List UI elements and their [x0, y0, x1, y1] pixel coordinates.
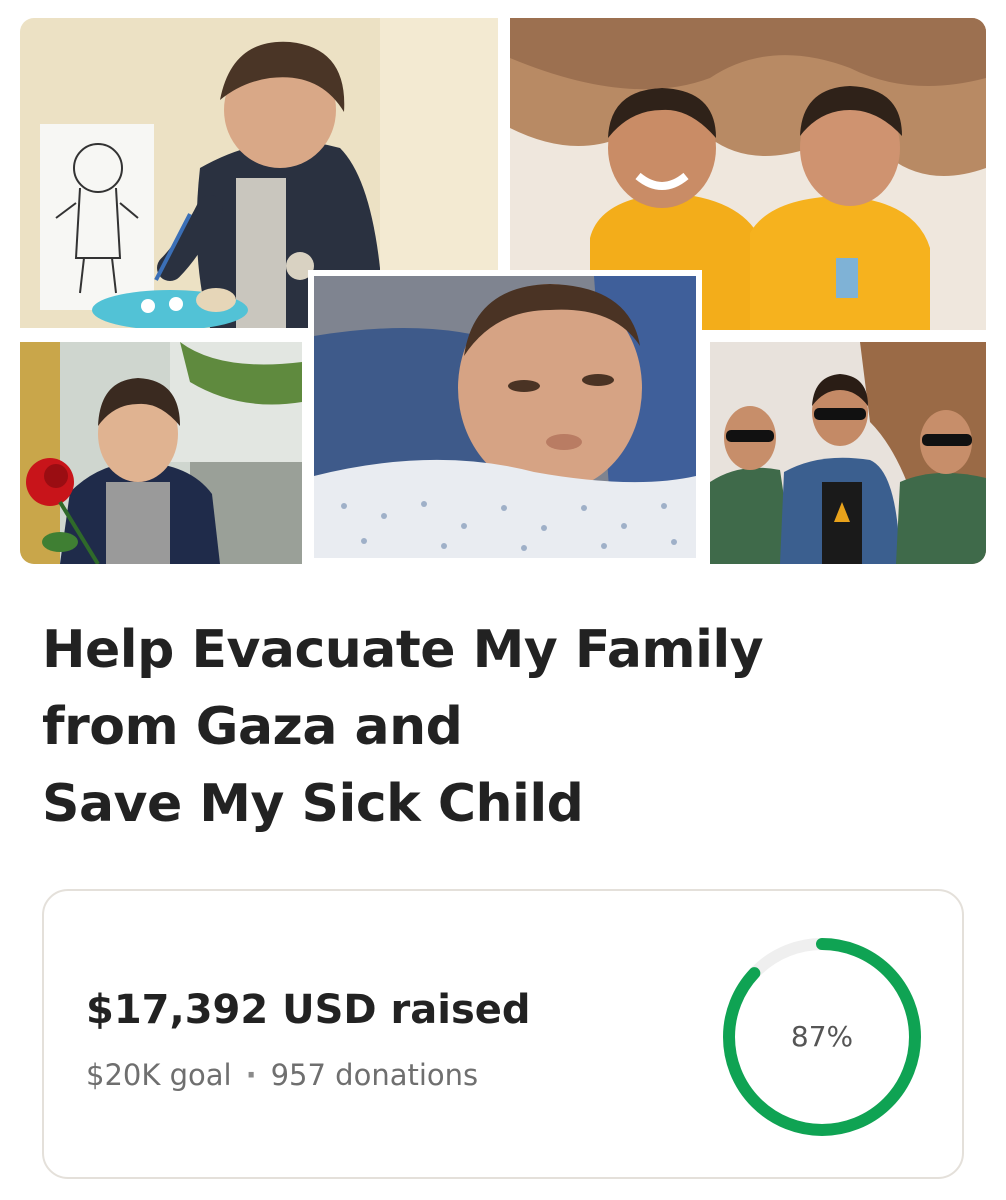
child-with-rose-photo[interactable] [20, 342, 302, 564]
donation-count: 957 donations [270, 1058, 479, 1092]
separator-dot: · [245, 1058, 257, 1092]
child-hospital-bed-photo[interactable] [308, 270, 702, 564]
three-children-sunglasses-photo[interactable] [710, 342, 986, 564]
goal-amount: $20K goal [86, 1058, 232, 1092]
progress-percent: 87% [790, 1020, 854, 1053]
campaign-title-line: Help Evacuate My Family [42, 620, 764, 680]
amount-raised: $17,392 USD raised [86, 987, 531, 1033]
fundraising-progress-card[interactable]: $17,392 USD raised $20K goal · 957 donatio… [42, 889, 964, 1179]
campaign-title-line: from Gaza and [42, 697, 463, 757]
campaign-title: Help Evacuate My Family from Gaza and Sa… [42, 612, 962, 843]
goal-and-donations: $20K goal · 957 donations [86, 1055, 478, 1095]
progress-ring: 87% [718, 933, 926, 1141]
campaign-title-line: Save My Sick Child [42, 774, 584, 834]
photo-collage[interactable] [20, 18, 986, 564]
